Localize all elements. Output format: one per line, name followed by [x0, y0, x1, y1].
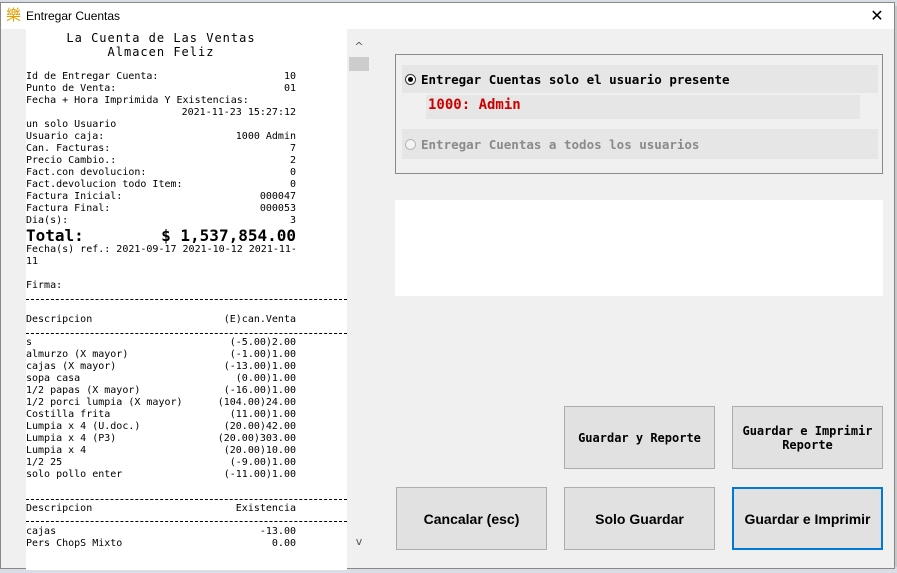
window-title: Entregar Cuentas: [26, 9, 121, 23]
option-present-user[interactable]: Entregar Cuentas solo el usuario present…: [402, 65, 878, 93]
receipt-header-store: Almacen Feliz: [107, 45, 215, 59]
save-print-report-button[interactable]: Guardar e Imprimir Reporte: [732, 406, 883, 469]
option-all-users-label: Entregar Cuentas a todos los usuarios: [421, 137, 700, 152]
save-only-button-label: Solo Guardar: [595, 510, 684, 527]
sales-item-desc: 1/2 porci lumpia (X mayor): [26, 397, 183, 408]
sales-item-desc: cajas (X mayor): [26, 361, 117, 372]
receipt-field-label: Id de Entregar Cuenta:: [26, 71, 159, 82]
receipt-divider: [26, 333, 347, 334]
sales-item-value: (-5.00)2.00: [229, 337, 296, 348]
receipt-header-title: La Cuenta de Las Ventas: [66, 31, 256, 45]
sales-item-desc: Lumpia x 4 (P3): [26, 433, 117, 444]
sales-item-desc: Costilla frita: [26, 409, 111, 420]
receipt-field-value: 10: [283, 71, 296, 82]
receipt-divider: [26, 521, 347, 522]
sales-item-value: (104.00)24.00: [217, 397, 296, 408]
save-only-button[interactable]: Solo Guardar: [564, 487, 715, 550]
stock-item-desc: Pers ChopS Mixto: [26, 538, 123, 549]
close-button[interactable]: ✕: [860, 3, 894, 29]
receipt-detail-desc: Usuario caja:: [26, 131, 105, 142]
receipt-preview[interactable]: La Cuenta de Las Ventas Almacen Feliz Id…: [26, 29, 347, 570]
receipt-mode: un solo Usuario: [26, 119, 117, 130]
stock-item-value: -13.00: [259, 526, 296, 537]
sales-item-desc: Lumpia x 4 (U.doc.): [26, 421, 141, 432]
scroll-down-button[interactable]: v: [347, 532, 371, 552]
receipt-divider: [26, 499, 347, 500]
receipt-field-label: Punto de Venta:: [26, 83, 117, 94]
receipt-detail-desc: Can. Facturas:: [26, 143, 111, 154]
sales-item-desc: almurzo (X mayor): [26, 349, 129, 360]
sales-item-value: (-16.00)1.00: [223, 385, 296, 396]
dialog-window: 樂 Entregar Cuentas ✕ La Cuenta de Las Ve…: [0, 2, 895, 570]
sales-item-desc: Lumpia x 4: [26, 445, 87, 456]
save-report-button-label: Guardar y Reporte: [578, 430, 701, 445]
receipt-ref-dates: Fecha(s) ref.: 2021-09-17 2021-10-12 202…: [26, 244, 297, 255]
sales-item-value: (0.00)1.00: [235, 373, 296, 384]
receipt-detail-desc: Factura Final:: [26, 203, 111, 214]
sales-item-value: (11.00)1.00: [229, 409, 296, 420]
sales-item-value: (-9.00)1.00: [229, 457, 296, 468]
sales-header-qty: (E)can.Venta: [223, 314, 296, 325]
receipt-ref-dates-cont: 11: [26, 256, 39, 267]
delivery-options-group: Entregar Cuentas solo el usuario present…: [395, 54, 883, 174]
radio-all-users[interactable]: [405, 139, 416, 150]
chevron-down-icon: v: [355, 535, 363, 548]
receipt-divider: [26, 299, 347, 300]
radio-present-user[interactable]: [405, 74, 416, 85]
save-print-button[interactable]: Guardar e Imprimir: [732, 487, 883, 550]
receipt-detail-desc: Fact.devolucion todo Item:: [26, 179, 183, 190]
receipt-scrollbar[interactable]: ^ v: [347, 29, 371, 557]
sales-item-value: (20.00)303.00: [217, 433, 296, 444]
sales-header-desc: Descripcion: [26, 314, 93, 325]
option-present-user-label: Entregar Cuentas solo el usuario present…: [421, 72, 730, 87]
present-user-display: 1000: Admin: [426, 95, 860, 119]
save-print-button-label: Guardar e Imprimir: [744, 510, 871, 527]
scroll-thumb[interactable]: [349, 57, 369, 71]
stock-item-desc: cajas: [26, 526, 57, 537]
stock-header-desc: Descripcion: [26, 503, 93, 514]
receipt-detail-value: 000047: [259, 191, 296, 202]
receipt-detail-value: 0: [289, 167, 296, 178]
present-user-value: 1000: Admin: [428, 97, 521, 113]
sales-item-value: (-1.00)1.00: [229, 349, 296, 360]
cancel-button-label: Cancalar (esc): [423, 510, 520, 527]
stock-header-existence: Existencia: [235, 503, 296, 514]
sales-item-value: (-11.00)1.00: [223, 469, 296, 480]
receipt-detail-desc: Precio Cambio.:: [26, 155, 117, 166]
receipt-field-value: 01: [283, 83, 296, 94]
sales-item-desc: sopa casa: [26, 373, 81, 384]
stock-item-value: 0.00: [271, 538, 296, 549]
receipt-detail-value: 2: [289, 155, 296, 166]
save-report-button[interactable]: Guardar y Reporte: [564, 406, 715, 469]
message-area: [395, 200, 883, 296]
receipt-printed-label: Fecha + Hora Imprimida Y Existencias:: [26, 95, 249, 106]
receipt-detail-value: 1000 Admin: [235, 131, 296, 142]
title-bar: 樂 Entregar Cuentas ✕: [1, 3, 894, 29]
receipt-detail-value: 0: [289, 179, 296, 190]
receipt-detail-desc: Fact.con devolucion:: [26, 167, 147, 178]
sales-item-value: (20.00)42.00: [223, 421, 296, 432]
receipt-total-label: Total:: [26, 226, 84, 245]
sales-item-value: (20.00)10.00: [223, 445, 296, 456]
chevron-up-icon: ^: [354, 40, 364, 53]
sales-item-desc: 1/2 25: [26, 457, 63, 468]
app-logo-icon: 樂: [6, 6, 22, 24]
receipt-detail-desc: Factura Inicial:: [26, 191, 123, 202]
close-icon: ✕: [870, 6, 884, 25]
cancel-button[interactable]: Cancalar (esc): [396, 487, 547, 550]
receipt-detail-value: 000053: [259, 203, 296, 214]
sales-item-desc: 1/2 papas (X mayor): [26, 385, 141, 396]
receipt-detail-value: 7: [289, 143, 296, 154]
scroll-up-button[interactable]: ^: [347, 37, 371, 57]
sales-item-desc: solo pollo enter: [26, 469, 123, 480]
receipt-signature-label: Firma:: [26, 280, 63, 291]
option-all-users[interactable]: Entregar Cuentas a todos los usuarios: [402, 129, 878, 159]
sales-item-value: (-13.00)1.00: [223, 361, 296, 372]
receipt-printed-datetime: 2021-11-23 15:27:12: [181, 107, 296, 118]
save-print-report-button-label: Guardar e Imprimir Reporte: [742, 423, 873, 452]
receipt-total-value: $ 1,537,854.00: [161, 226, 296, 245]
sales-item-desc: s: [26, 337, 33, 348]
